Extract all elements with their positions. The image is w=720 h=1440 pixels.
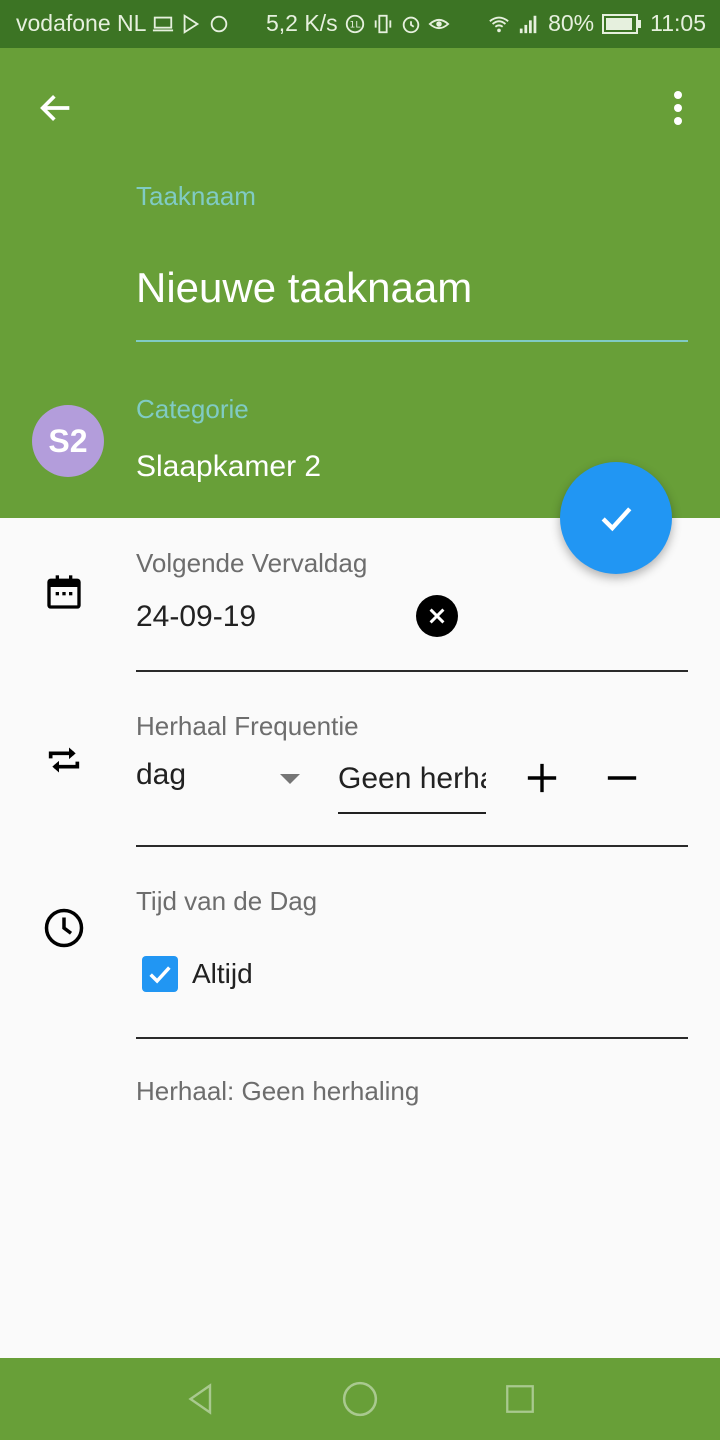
plus-icon	[527, 763, 557, 793]
eye-comfort-icon	[428, 18, 450, 29]
system-navigation-bar	[0, 1358, 720, 1440]
play-store-icon	[184, 13, 200, 34]
more-options-button[interactable]	[658, 82, 698, 134]
wifi-icon	[489, 16, 509, 32]
always-checkbox-label[interactable]: Altijd	[192, 958, 253, 990]
due-date-field[interactable]: 24-09-19	[136, 600, 256, 634]
back-button[interactable]	[30, 82, 82, 134]
carrier-name: vodafone NL	[16, 10, 147, 36]
more-vert-icon	[674, 91, 682, 125]
calendar-icon	[40, 568, 88, 616]
signal-icon	[519, 15, 537, 33]
clock-icon	[40, 904, 88, 952]
task-name-input[interactable]: Nieuwe taaknaam	[136, 264, 688, 312]
close-icon	[429, 608, 445, 624]
data-saver-icon: 1L	[345, 14, 364, 33]
nav-recents-button[interactable]	[497, 1376, 543, 1422]
nav-back-icon	[188, 1383, 212, 1415]
decrement-button[interactable]	[600, 756, 644, 800]
frequency-divider	[136, 845, 688, 847]
check-icon	[601, 507, 632, 532]
nav-home-button[interactable]	[337, 1376, 383, 1422]
minus-icon	[607, 776, 637, 780]
battery-percent: 80%	[548, 10, 595, 36]
sync-icon	[211, 15, 228, 32]
checkmark-icon	[149, 966, 171, 984]
category-label: Categorie	[136, 394, 249, 424]
nav-home-icon	[342, 1381, 378, 1417]
category-avatar: S2	[32, 405, 104, 477]
frequency-unit-dropdown[interactable]: dag	[136, 758, 306, 802]
task-name-label: Taaknaam	[136, 181, 256, 211]
status-bar: vodafone NL 5,2 K/s 1L 80% 11:05	[0, 0, 720, 48]
time-of-day-label: Tijd van de Dag	[136, 886, 318, 916]
dropdown-arrow-icon	[280, 774, 300, 784]
repeat-icon	[40, 736, 88, 784]
due-date-divider	[136, 670, 688, 672]
clock-time: 11:05	[650, 10, 706, 36]
category-select[interactable]: Slaapkamer 2	[136, 450, 321, 484]
repeat-summary: Herhaal: Geen herhaling	[136, 1076, 420, 1106]
screen-icon	[153, 16, 174, 31]
task-header: Taaknaam Nieuwe taaknaam S2 Categorie Sl…	[0, 48, 720, 518]
due-date-label: Volgende Vervaldag	[136, 548, 368, 578]
frequency-unit-value: dag	[136, 758, 187, 791]
always-checkbox[interactable]	[142, 956, 178, 992]
increment-button[interactable]	[520, 756, 564, 800]
battery-icon	[602, 13, 642, 34]
alarm-icon	[402, 16, 419, 33]
back-arrow-icon	[40, 95, 70, 121]
frequency-label: Herhaal Frequentie	[136, 711, 359, 741]
task-name-underline	[136, 340, 688, 342]
svg-text:1L: 1L	[349, 19, 361, 30]
clear-date-button[interactable]	[416, 595, 458, 637]
network-speed: 5,2 K/s	[266, 10, 338, 36]
nav-back-button[interactable]	[178, 1376, 224, 1422]
time-of-day-divider	[136, 1037, 688, 1039]
frequency-count-input[interactable]: Geen herhaling	[338, 762, 486, 814]
save-fab-button[interactable]	[560, 462, 672, 574]
nav-recents-icon	[506, 1385, 534, 1413]
vibrate-icon	[374, 14, 391, 33]
